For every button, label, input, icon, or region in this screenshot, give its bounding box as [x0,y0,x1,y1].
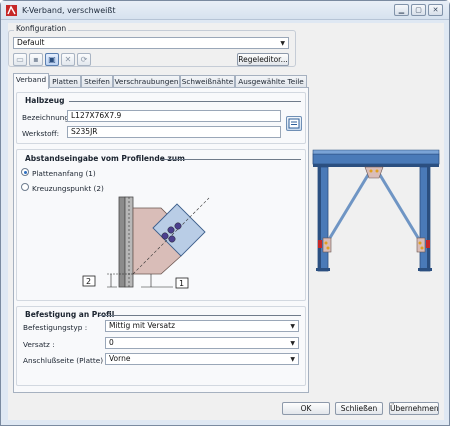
bolt [418,241,422,245]
uebernehmen-button[interactable]: Übernehmen [389,402,439,415]
maximize-icon: ▢ [415,6,422,14]
abstand-divider [161,159,301,160]
bolt [420,246,424,250]
minimize-icon: ▁ [398,6,405,14]
anschlussseite-label: Anschlußseite (Platte) : [23,356,108,365]
right-base [418,268,432,271]
left-gusset [322,237,332,253]
close-icon: ✕ [432,6,439,14]
schliessen-button[interactable]: Schließen [335,402,383,415]
left-diagonal [323,169,373,247]
regeleditor-button[interactable]: Regeleditor... [237,53,289,66]
marker-2-text: 2 [86,277,91,286]
halbzeug-divider [69,101,301,102]
bolt [375,169,379,173]
befestigungstyp-label: Befestigungstyp : [23,323,88,332]
left-base [316,268,330,271]
werkstoff-value: S235JR [71,127,98,136]
connection-diagram: 2 1 [82,196,210,289]
konfiguration-value: Default [17,38,45,47]
bezeichnung-label: Bezeichnung: [22,113,72,122]
werkstoff-field[interactable]: S235JR [67,126,281,138]
column-flange-left [118,196,126,288]
bezeichnung-field[interactable]: L127X76X7.9 [67,110,281,122]
bezeichnung-value: L127X76X7.9 [71,111,122,120]
versatz-value: 0 [109,338,114,347]
top-beam [312,153,440,165]
ok-button[interactable]: OK [282,402,330,415]
save-config-button[interactable]: ▪ [29,53,43,66]
werkstoff-label: Werkstoff: [22,129,60,138]
konfiguration-select[interactable]: Default ▼ [13,37,289,49]
versatz-field[interactable]: 0 ▼ [105,337,299,349]
top-beam-bottom [313,164,439,167]
anschlussseite-select[interactable]: Vorne ▼ [105,353,299,365]
chevron-down-icon: ▼ [280,40,285,47]
right-column-mark [426,240,430,248]
bolt [326,246,330,250]
bolt [324,241,328,245]
app-icon [6,5,17,16]
title-bar: K-Verband, verschweißt ▁ ▢ ✕ [1,1,449,20]
chevron-down-icon: ▼ [290,340,295,347]
chevron-down-icon: ▼ [290,356,295,363]
tab-verband[interactable]: Verband [13,73,49,89]
bracing-preview [312,149,440,272]
right-column-flange [427,167,430,271]
save-as-icon: ▣ [48,55,56,64]
left-column-flange [318,167,321,271]
delete-config-button[interactable]: ✕ [61,53,75,66]
left-column-mark [318,240,322,248]
catalog-icon [288,118,300,129]
new-document-icon: ▭ [16,55,24,64]
bolt [369,169,373,173]
dialog-window: K-Verband, verschweißt ▁ ▢ ✕ Konfigurati… [0,0,450,426]
right-diagonal [375,169,425,247]
konfiguration-label: Konfiguration [14,24,69,33]
kreuzungspunkt-radio[interactable] [21,183,29,191]
anschlussseite-value: Vorne [109,354,131,363]
befestigungstyp-value: Mittig mit Versatz [109,321,176,330]
plattenanfang-radio[interactable] [21,168,29,176]
refresh-config-button[interactable]: ⟳ [77,53,91,66]
marker-1-text: 1 [179,279,184,288]
bolt [167,226,175,234]
halbzeug-title: Halbzeug [25,96,65,105]
plattenanfang-label: Plattenanfang (1) [32,169,96,178]
save-as-config-button[interactable]: ▣ [45,53,59,66]
delete-icon: ✕ [64,55,72,64]
right-gusset [416,237,426,253]
top-beam-flange [312,149,440,155]
close-button[interactable]: ✕ [428,4,443,16]
save-icon: ▪ [33,55,39,64]
maximize-button[interactable]: ▢ [411,4,426,16]
chevron-down-icon: ▼ [290,323,295,330]
minimize-button[interactable]: ▁ [394,4,409,16]
catalog-button[interactable] [286,116,302,131]
kreuzungspunkt-label: Kreuzungspunkt (2) [32,184,104,193]
refresh-icon: ⟳ [80,55,88,64]
versatz-label: Versatz : [23,340,55,349]
befestigung-divider [99,315,301,316]
window-title: K-Verband, verschweißt [22,6,116,15]
befestigungstyp-select[interactable]: Mittig mit Versatz ▼ [105,320,299,332]
bolt [174,222,182,230]
bolt [161,232,169,240]
bolt [168,235,176,243]
new-config-button[interactable]: ▭ [13,53,27,66]
